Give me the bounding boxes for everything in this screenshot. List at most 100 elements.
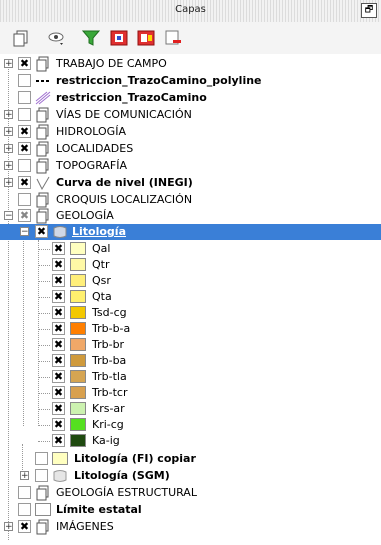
expand-toggle[interactable]: + bbox=[4, 59, 13, 69]
expand-toggle[interactable]: + bbox=[4, 161, 13, 171]
legend-checkbox[interactable]: ✖ bbox=[52, 434, 65, 447]
legend-swatch bbox=[70, 386, 86, 399]
group-folder-icon bbox=[36, 124, 49, 140]
remove-layer-icon[interactable] bbox=[164, 29, 182, 47]
legend-checkbox[interactable]: ✖ bbox=[52, 354, 65, 367]
hatched-line-icon bbox=[35, 91, 51, 105]
legend-label: Krs-ar bbox=[92, 402, 125, 415]
layer-checkbox[interactable] bbox=[18, 503, 31, 516]
legend-item[interactable]: ✖ Qal bbox=[0, 241, 381, 257]
legend-swatch bbox=[70, 370, 86, 383]
layer-row-litologia-fi-copiar[interactable]: Litología (FI) copiar bbox=[0, 451, 381, 467]
layer-label: Litología (FI) copiar bbox=[74, 452, 196, 465]
layer-row-limite-estatal[interactable]: Límite estatal bbox=[0, 502, 381, 518]
layer-checkbox[interactable] bbox=[18, 91, 31, 104]
layer-checkbox[interactable]: ✖ bbox=[18, 57, 31, 70]
layer-label: VÍAS DE COMUNICACIÓN bbox=[56, 108, 192, 121]
layer-row-litologia[interactable]: − ✖ Litología bbox=[0, 224, 381, 240]
add-group-icon[interactable] bbox=[12, 29, 30, 47]
layer-checkbox[interactable]: ✖ bbox=[18, 125, 31, 138]
legend-checkbox[interactable]: ✖ bbox=[52, 386, 65, 399]
layer-checkbox[interactable]: ✖ bbox=[18, 209, 31, 222]
legend-item[interactable]: ✖ Trb-br bbox=[0, 337, 381, 353]
legend-checkbox[interactable]: ✖ bbox=[52, 402, 65, 415]
layer-row-geologia-estructural[interactable]: GEOLOGÍA ESTRUCTURAL bbox=[0, 485, 381, 501]
legend-checkbox[interactable]: ✖ bbox=[52, 274, 65, 287]
legend-checkbox[interactable]: ✖ bbox=[52, 242, 65, 255]
legend-checkbox[interactable]: ✖ bbox=[52, 370, 65, 383]
legend-item[interactable]: ✖ Tsd-cg bbox=[0, 305, 381, 321]
legend-checkbox[interactable]: ✖ bbox=[52, 258, 65, 271]
group-folder-icon bbox=[36, 141, 49, 157]
float-panel-icon[interactable]: 🗗 bbox=[361, 3, 377, 18]
legend-checkbox[interactable]: ✖ bbox=[52, 322, 65, 335]
legend-label: Trb-tcr bbox=[92, 386, 128, 399]
legend-checkbox[interactable]: ✖ bbox=[52, 306, 65, 319]
panel-titlebar: Capas 🗗 bbox=[0, 0, 381, 23]
legend-swatch bbox=[70, 418, 86, 431]
layer-checkbox[interactable]: ✖ bbox=[18, 142, 31, 155]
legend-swatch bbox=[70, 290, 86, 303]
layer-row-trabajo-de-campo[interactable]: + ✖ TRABAJO DE CAMPO bbox=[0, 56, 381, 72]
layer-checkbox[interactable] bbox=[18, 159, 31, 172]
layer-checkbox[interactable]: ✖ bbox=[18, 520, 31, 533]
layer-checkbox[interactable] bbox=[18, 74, 31, 87]
layer-row-curva-de-nivel[interactable]: + ✖ Curva de nivel (INEGI) bbox=[0, 175, 381, 191]
layer-checkbox[interactable] bbox=[18, 193, 31, 206]
legend-item[interactable]: ✖ Qtr bbox=[0, 257, 381, 273]
layer-row-restriccion-polyline[interactable]: restriccion_TrazoCamino_polyline bbox=[0, 73, 381, 89]
layer-row-imagenes[interactable]: + ✖ IMÁGENES bbox=[0, 519, 381, 535]
layer-row-litologia-sgm[interactable]: + Litología (SGM) bbox=[0, 468, 381, 484]
expand-toggle[interactable]: + bbox=[4, 522, 13, 532]
layer-checkbox[interactable]: ✖ bbox=[18, 176, 31, 189]
expand-toggle[interactable]: + bbox=[4, 127, 13, 137]
layer-row-croquis[interactable]: CROQUIS LOCALIZACIÓN bbox=[0, 192, 381, 208]
legend-item[interactable]: ✖ Trb-tcr bbox=[0, 385, 381, 401]
layer-row-localidades[interactable]: + ✖ LOCALIDADES bbox=[0, 141, 381, 157]
legend-item[interactable]: ✖ Qsr bbox=[0, 273, 381, 289]
legend-item[interactable]: ✖ Krs-ar bbox=[0, 401, 381, 417]
layer-row-vias[interactable]: + VÍAS DE COMUNICACIÓN bbox=[0, 107, 381, 123]
expand-all-icon[interactable] bbox=[110, 29, 128, 47]
legend-item[interactable]: ✖ Ka-ig bbox=[0, 433, 381, 449]
legend-item[interactable]: ✖ Kri-cg bbox=[0, 417, 381, 433]
layer-checkbox[interactable] bbox=[18, 108, 31, 121]
layer-label: Curva de nivel (INEGI) bbox=[56, 176, 193, 189]
legend-item[interactable]: ✖ Trb-b-a bbox=[0, 321, 381, 337]
layers-toolbar bbox=[0, 22, 381, 54]
panel-title: Capas bbox=[175, 4, 206, 15]
layer-row-geologia[interactable]: − ✖ GEOLOGÍA bbox=[0, 208, 381, 224]
legend-swatch bbox=[70, 402, 86, 415]
eye-filter-icon[interactable] bbox=[48, 29, 66, 47]
funnel-icon[interactable] bbox=[82, 29, 100, 47]
collapse-toggle[interactable]: − bbox=[4, 211, 13, 221]
collapse-toggle[interactable]: − bbox=[20, 227, 29, 237]
legend-checkbox[interactable]: ✖ bbox=[52, 338, 65, 351]
tree-line bbox=[38, 329, 50, 330]
layer-checkbox[interactable] bbox=[35, 452, 48, 465]
tree-line bbox=[38, 281, 50, 282]
legend-checkbox[interactable]: ✖ bbox=[52, 418, 65, 431]
expand-toggle[interactable]: + bbox=[20, 471, 29, 481]
legend-checkbox[interactable]: ✖ bbox=[52, 290, 65, 303]
legend-item[interactable]: ✖ Qta bbox=[0, 289, 381, 305]
tree-line bbox=[38, 265, 50, 266]
layer-checkbox[interactable] bbox=[35, 469, 48, 482]
legend-label: Kri-cg bbox=[92, 418, 124, 431]
layer-row-hidrologia[interactable]: + ✖ HIDROLOGÍA bbox=[0, 124, 381, 140]
layer-checkbox[interactable] bbox=[18, 486, 31, 499]
legend-swatch bbox=[70, 434, 86, 447]
legend-label: Qal bbox=[92, 242, 111, 255]
expand-toggle[interactable]: + bbox=[4, 144, 13, 154]
layer-checkbox[interactable]: ✖ bbox=[35, 225, 48, 238]
expand-toggle[interactable]: + bbox=[4, 110, 13, 120]
layer-row-topografia[interactable]: + TOPOGRAFÍA bbox=[0, 158, 381, 174]
layer-row-restriccion-trazocamino[interactable]: restriccion_TrazoCamino bbox=[0, 90, 381, 106]
legend-item[interactable]: ✖ Trb-tla bbox=[0, 369, 381, 385]
legend-label: Ka-ig bbox=[92, 434, 120, 447]
tree-line bbox=[38, 313, 50, 314]
legend-swatch bbox=[70, 338, 86, 351]
collapse-all-icon[interactable] bbox=[137, 29, 155, 47]
legend-item[interactable]: ✖ Trb-ba bbox=[0, 353, 381, 369]
expand-toggle[interactable]: + bbox=[4, 178, 13, 188]
